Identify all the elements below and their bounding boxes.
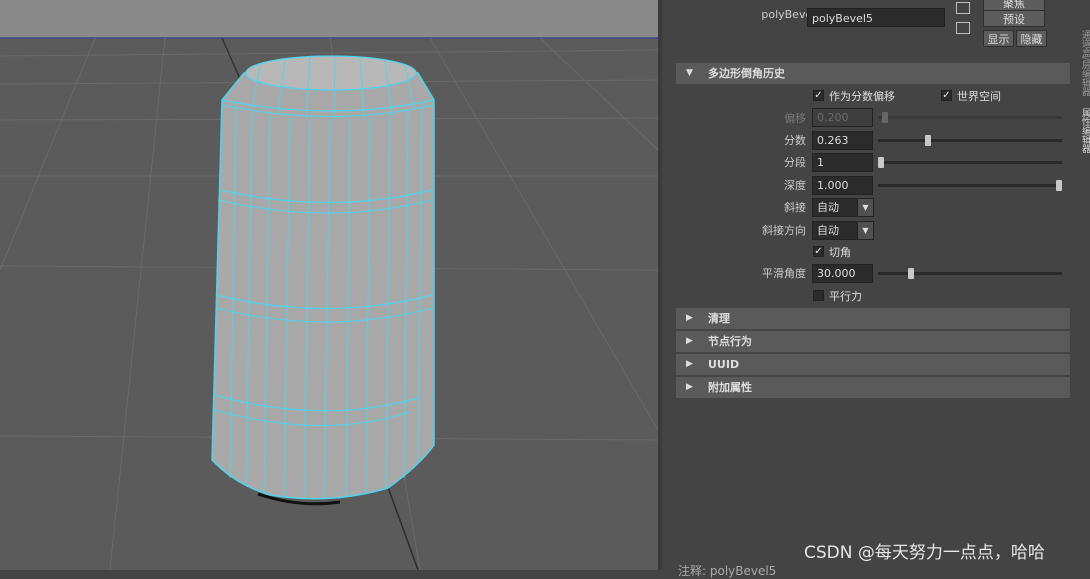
chamfer-checkbox[interactable]: ✓ — [813, 246, 824, 257]
offset-slider — [878, 116, 1062, 119]
load-attributes-icon[interactable] — [956, 2, 970, 14]
offset-field: 0.200 — [812, 108, 873, 127]
copy-tab-icon[interactable] — [956, 22, 970, 34]
side-tab-channel-box[interactable]: 通道盒/层编辑器 — [1080, 30, 1090, 96]
collapsed-triangle-icon: ▶ — [686, 382, 693, 392]
expanded-triangle-icon: ▼ — [686, 68, 693, 78]
mitering-label: 斜接 — [784, 201, 806, 214]
depth-slider-handle[interactable] — [1056, 180, 1062, 191]
section-uuid[interactable]: ▶ UUID — [676, 354, 1070, 375]
attribute-editor-panel: polyBevel3: polyBevel5 聚焦 预设 显示 隐藏 通道盒/层… — [662, 0, 1090, 570]
smoothing-angle-field[interactable]: 30.000 — [812, 264, 873, 283]
section-bevel-history[interactable]: ▼ 多边形倒角历史 — [676, 63, 1070, 84]
viewport-horizon-band — [0, 0, 658, 38]
node-name-field[interactable]: polyBevel5 — [807, 8, 945, 27]
section-title: UUID — [708, 358, 740, 371]
offset-label: 偏移 — [784, 112, 806, 125]
depth-field[interactable]: 1.000 — [812, 176, 873, 195]
segments-slider-handle[interactable] — [878, 157, 884, 168]
section-title: 附加属性 — [708, 381, 752, 394]
fraction-label: 分数 — [784, 134, 806, 147]
miter-along-label: 斜接方向 — [762, 224, 806, 237]
world-space-label: 世界空间 — [957, 90, 1001, 103]
viewport-scene[interactable] — [0, 0, 658, 570]
section-title: 清理 — [708, 312, 730, 325]
presets-button[interactable]: 预设 — [983, 10, 1045, 27]
smoothing-angle-label: 平滑角度 — [762, 267, 806, 280]
segments-field[interactable]: 1 — [812, 153, 873, 172]
section-extra-attributes[interactable]: ▶ 附加属性 — [676, 377, 1070, 398]
fraction-offset-checkbox[interactable]: ✓ — [813, 90, 824, 101]
side-tab-attribute-editor[interactable]: 属性编辑器 — [1080, 108, 1090, 153]
collapsed-triangle-icon: ▶ — [686, 336, 693, 346]
fraction-slider-handle[interactable] — [924, 135, 931, 146]
collapsed-triangle-icon: ▶ — [686, 313, 693, 323]
beveled-cylinder[interactable] — [211, 55, 435, 506]
segments-slider[interactable] — [878, 161, 1062, 164]
section-title: 多边形倒角历史 — [708, 67, 785, 80]
checkmark-icon: ✓ — [814, 90, 823, 101]
3d-viewport[interactable] — [0, 0, 658, 570]
show-button[interactable]: 显示 — [983, 30, 1014, 47]
fraction-offset-label: 作为分数偏移 — [829, 90, 895, 103]
segments-label: 分段 — [784, 156, 806, 169]
chevron-down-icon[interactable]: ▼ — [857, 198, 874, 217]
chamfer-label: 切角 — [829, 246, 851, 259]
hide-button[interactable]: 隐藏 — [1016, 30, 1047, 47]
world-space-checkbox[interactable]: ✓ — [941, 90, 952, 101]
watermark-text: CSDN @每天努力一点点，哈哈 — [804, 543, 1045, 563]
chevron-down-icon[interactable]: ▼ — [857, 221, 874, 240]
parallel-label: 平行力 — [829, 290, 862, 303]
offset-slider-handle — [881, 112, 888, 123]
smoothing-angle-slider-handle[interactable] — [908, 268, 915, 279]
depth-slider[interactable] — [878, 184, 1062, 187]
notes-label: 注释: polyBevel5 — [678, 564, 777, 578]
checkmark-icon: ✓ — [814, 246, 823, 257]
parallel-checkbox[interactable] — [813, 290, 824, 301]
smoothing-angle-slider[interactable] — [878, 272, 1062, 275]
checkmark-icon: ✓ — [942, 90, 951, 101]
fraction-slider[interactable] — [878, 139, 1062, 142]
section-cleanup[interactable]: ▶ 清理 — [676, 308, 1070, 329]
depth-label: 深度 — [784, 179, 806, 192]
collapsed-triangle-icon: ▶ — [686, 359, 693, 369]
section-node-behavior[interactable]: ▶ 节点行为 — [676, 331, 1070, 352]
fraction-field[interactable]: 0.263 — [812, 131, 873, 150]
section-title: 节点行为 — [708, 335, 752, 348]
